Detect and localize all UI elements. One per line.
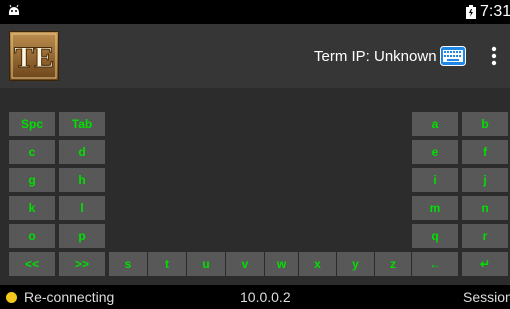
key-page-left[interactable]: << xyxy=(9,252,55,276)
key-u[interactable]: u xyxy=(187,252,225,276)
key-q[interactable]: q xyxy=(412,224,458,248)
key-c[interactable]: c xyxy=(9,140,55,164)
status-bar: 7:31 xyxy=(0,0,510,24)
key-p[interactable]: p xyxy=(59,224,105,248)
key-n[interactable]: n xyxy=(462,196,508,220)
key-m[interactable]: m xyxy=(412,196,458,220)
connection-status-bar: Re-connecting 10.0.0.2 Session xyxy=(0,285,510,309)
key-page-right[interactable]: >> xyxy=(59,252,105,276)
key-d[interactable]: d xyxy=(59,140,105,164)
session-button[interactable]: Session xyxy=(463,289,510,305)
key-j[interactable]: j xyxy=(462,168,508,192)
key-w[interactable]: w xyxy=(265,252,298,276)
key-b[interactable]: b xyxy=(462,112,508,136)
battery-icon xyxy=(466,5,476,19)
key-space[interactable]: Spc xyxy=(9,112,55,136)
key-z[interactable]: z xyxy=(375,252,411,276)
key-enter[interactable]: ↵ xyxy=(462,252,508,276)
key-g[interactable]: g xyxy=(9,168,55,192)
more-vert-icon[interactable] xyxy=(490,44,498,68)
android-icon xyxy=(9,4,19,15)
app-bar: TE Term IP: Unknown xyxy=(0,24,510,88)
terminal-output[interactable] xyxy=(0,88,510,108)
clock: 7:31 xyxy=(480,3,510,20)
key-v[interactable]: v xyxy=(226,252,264,276)
app-logo: TE xyxy=(9,31,59,81)
status-indicator-icon xyxy=(6,292,17,303)
key-r[interactable]: r xyxy=(462,224,508,248)
key-k[interactable]: k xyxy=(9,196,55,220)
key-l[interactable]: l xyxy=(59,196,105,220)
key-y[interactable]: y xyxy=(337,252,374,276)
keyboard-icon[interactable] xyxy=(440,46,466,66)
terminal-screen[interactable]: Spc c g k o << Tab d h l p >> s t u v w … xyxy=(0,88,510,285)
key-backspace[interactable]: ← xyxy=(412,252,458,276)
connection-status: Re-connecting xyxy=(24,289,115,305)
key-s[interactable]: s xyxy=(109,252,147,276)
key-t[interactable]: t xyxy=(148,252,186,276)
key-o[interactable]: o xyxy=(9,224,55,248)
device-ip: 10.0.0.2 xyxy=(240,289,291,305)
key-f[interactable]: f xyxy=(462,140,508,164)
key-i[interactable]: i xyxy=(412,168,458,192)
key-h[interactable]: h xyxy=(59,168,105,192)
term-ip-label: Term IP: Unknown xyxy=(314,48,437,65)
key-tab[interactable]: Tab xyxy=(59,112,105,136)
key-e[interactable]: e xyxy=(412,140,458,164)
key-x[interactable]: x xyxy=(299,252,336,276)
key-a[interactable]: a xyxy=(412,112,458,136)
logo-text: TE xyxy=(14,41,54,74)
